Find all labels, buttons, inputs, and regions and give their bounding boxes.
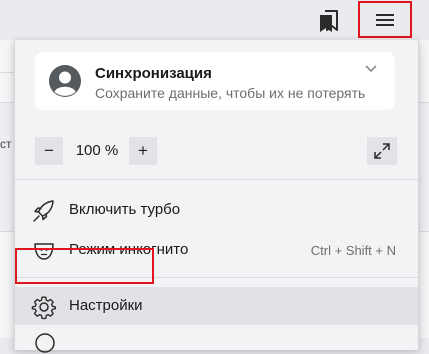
menu-item-turbo-label: Включить турбо — [69, 201, 181, 218]
fullscreen-button[interactable] — [367, 137, 397, 165]
browser-toolbar — [0, 0, 429, 40]
menu-item-settings-label: Настройки — [69, 297, 143, 314]
main-menu-button[interactable] — [358, 1, 412, 38]
zoom-level: 100 % — [75, 142, 119, 159]
chevron-down-icon[interactable] — [364, 64, 378, 74]
sync-subtitle: Сохраните данные, чтобы их не потерять — [95, 85, 366, 101]
bookmarks-button[interactable] — [312, 5, 346, 37]
clipped-menu-icon — [35, 333, 55, 353]
zoom-out-button[interactable]: − — [35, 137, 63, 165]
zoom-in-button[interactable]: + — [129, 137, 157, 165]
background-page: ст — [0, 40, 14, 338]
settings-highlight-frame — [15, 248, 154, 284]
menu-item-settings[interactable]: Настройки — [15, 287, 418, 325]
menu-divider — [15, 179, 418, 180]
zoom-controls: − 100 % + — [35, 137, 397, 167]
sync-title: Синхронизация — [95, 65, 212, 82]
rocket-icon — [33, 200, 54, 222]
browser-main-menu: Синхронизация Сохраните данные, чтобы их… — [14, 40, 419, 353]
gear-icon — [31, 296, 57, 320]
sync-card[interactable]: Синхронизация Сохраните данные, чтобы их… — [35, 52, 395, 110]
hamburger-menu-icon — [376, 13, 394, 26]
bookmarks-icon — [320, 10, 338, 32]
fullscreen-icon — [374, 143, 390, 159]
incognito-shortcut: Ctrl + Shift + N — [310, 243, 396, 258]
menu-item-turbo[interactable]: Включить турбо — [15, 191, 418, 229]
user-avatar-icon — [49, 65, 81, 97]
background-text: ст — [0, 137, 12, 151]
